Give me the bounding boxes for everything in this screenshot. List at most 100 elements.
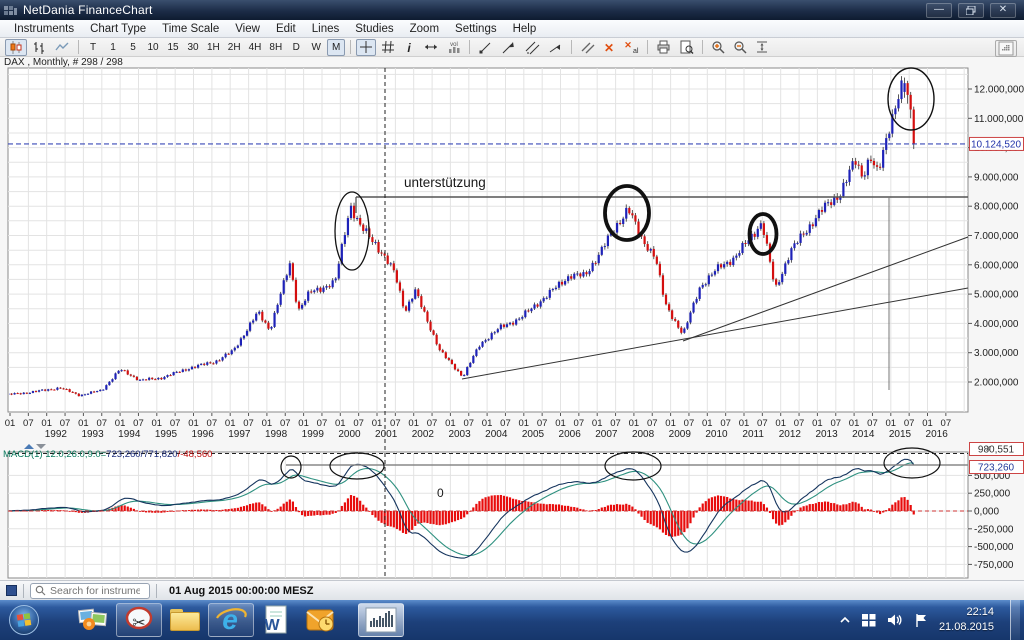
taskbar-explorer[interactable] — [170, 603, 200, 637]
svg-text:1997: 1997 — [228, 429, 251, 440]
window-titlebar[interactable]: NetDania FinanceChart — ✕ — [0, 0, 1024, 20]
line-chart-button[interactable] — [51, 39, 73, 56]
macd-label-hist: /-48,560 — [178, 449, 213, 460]
toolbar: T151015301H2H4H8HDWMivol✕✕all — [0, 38, 1024, 57]
svg-text:0: 0 — [437, 486, 444, 500]
action-center-flag-icon[interactable] — [914, 613, 929, 628]
crosshair-icon — [359, 40, 373, 54]
volume-button[interactable]: vol — [444, 39, 464, 56]
svg-text:1998: 1998 — [265, 429, 288, 440]
timeframe-week-button[interactable]: W — [307, 39, 325, 56]
svg-text:07: 07 — [170, 418, 181, 429]
taskbar-photo-gallery[interactable] — [78, 603, 108, 637]
trend-channel-icon — [524, 40, 540, 55]
close-study-button[interactable]: x — [986, 443, 991, 453]
trend-channel-button[interactable] — [521, 39, 543, 56]
ohlc-chart-icon — [32, 40, 46, 55]
zoom-out-button[interactable] — [730, 39, 750, 56]
ohlc-chart-button[interactable] — [29, 39, 49, 56]
trend-ray-icon — [548, 40, 563, 55]
menu-view[interactable]: View — [227, 20, 268, 37]
network-icon[interactable] — [861, 613, 877, 627]
delete-all-lines-button[interactable]: ✕all — [620, 39, 642, 56]
symbol-label: DAX , Monthly, # 298 / 298 — [4, 57, 123, 68]
crosshair-button[interactable] — [356, 39, 376, 56]
chart-layout-button[interactable] — [995, 40, 1017, 57]
folder-icon — [170, 609, 200, 631]
taskbar: ✂ e W — [0, 600, 1024, 640]
svg-text:3.000,000: 3.000,000 — [974, 348, 1019, 359]
print-preview-button[interactable] — [676, 39, 697, 56]
menu-lines[interactable]: Lines — [304, 20, 348, 37]
chart-region[interactable]: DAX , Monthly, # 298 / 298 12.000,00011.… — [0, 57, 1024, 580]
search-input[interactable] — [50, 585, 140, 597]
grid-button[interactable] — [378, 39, 398, 56]
svg-text:07: 07 — [720, 418, 731, 429]
svg-text:01: 01 — [78, 418, 89, 429]
menu-chart-type[interactable]: Chart Type — [82, 20, 154, 37]
trend-arrow-button[interactable] — [498, 39, 519, 56]
volume-icon: vol — [447, 40, 461, 54]
fit-vertical-icon — [755, 40, 769, 54]
taskbar-clock[interactable]: 22:14 21.08.2015 — [939, 605, 994, 635]
hidden-icons-button[interactable] — [839, 615, 851, 625]
delete-line-button[interactable]: ✕ — [600, 39, 618, 56]
timeframe-8h-button[interactable]: 8H — [266, 39, 285, 56]
timeframe-30-button[interactable]: 30 — [184, 39, 202, 56]
outlook-icon — [306, 606, 336, 634]
candlestick-chart-button[interactable] — [5, 39, 27, 56]
menu-help[interactable]: Help — [505, 20, 545, 37]
timeframe-10-button[interactable]: 10 — [144, 39, 162, 56]
taskbar-internet-explorer[interactable]: e — [208, 603, 254, 637]
menu-zoom[interactable]: Zoom — [402, 20, 447, 37]
taskbar-outlook[interactable] — [306, 603, 336, 637]
clock-date: 21.08.2015 — [939, 620, 994, 635]
timeframe-day-button[interactable]: D — [287, 39, 305, 56]
trend-ray-button[interactable] — [545, 39, 566, 56]
timeframe-15-button[interactable]: 15 — [164, 39, 182, 56]
trend-line-button[interactable] — [475, 39, 496, 56]
timeframe-tick-button[interactable]: T — [84, 39, 102, 56]
svg-text:11.000,000: 11.000,000 — [974, 114, 1024, 125]
zoom-in-button[interactable] — [708, 39, 728, 56]
svg-text:07: 07 — [867, 418, 878, 429]
taskbar-finance-chart[interactable] — [358, 603, 404, 637]
show-desktop-button[interactable] — [1010, 600, 1020, 640]
pan-button[interactable] — [420, 39, 442, 56]
timeframe-1-button[interactable]: 1 — [104, 39, 122, 56]
instrument-color-icon — [6, 585, 17, 596]
close-button[interactable]: ✕ — [990, 3, 1016, 18]
info-button[interactable]: i — [400, 39, 418, 56]
menu-time-scale[interactable]: Time Scale — [154, 20, 227, 37]
restore-button[interactable] — [958, 3, 984, 18]
svg-text:-750,000: -750,000 — [974, 560, 1014, 571]
chart-canvas[interactable]: 12.000,00011.000,00010.000,0009.000,0008… — [0, 57, 1024, 580]
timeframe-5-button[interactable]: 5 — [124, 39, 142, 56]
clock-time: 22:14 — [939, 605, 994, 620]
start-button[interactable] — [8, 603, 40, 637]
timeframe-1h-button[interactable]: 1H — [204, 39, 223, 56]
print-button[interactable] — [653, 39, 674, 56]
word-icon: W — [262, 605, 288, 635]
svg-text:01: 01 — [665, 418, 676, 429]
svg-text:01: 01 — [886, 418, 897, 429]
taskbar-snipping-tool[interactable]: ✂ — [116, 603, 162, 637]
menu-settings[interactable]: Settings — [447, 20, 505, 37]
volume-icon[interactable] — [887, 613, 904, 627]
taskbar-word[interactable]: W — [262, 603, 288, 637]
svg-text:12.000,000: 12.000,000 — [974, 85, 1024, 96]
main-plot[interactable] — [8, 68, 968, 412]
parallel-lines-button[interactable] — [577, 39, 598, 56]
fit-vertical-button[interactable] — [752, 39, 772, 56]
macd-plot[interactable] — [8, 452, 968, 578]
search-box[interactable] — [30, 583, 150, 599]
svg-text:01: 01 — [262, 418, 273, 429]
timeframe-4h-button[interactable]: 4H — [246, 39, 265, 56]
menu-studies[interactable]: Studies — [347, 20, 401, 37]
menu-instruments[interactable]: Instruments — [6, 20, 82, 37]
minimize-button[interactable]: — — [926, 3, 952, 18]
timeframe-month-button[interactable]: M — [327, 39, 345, 56]
svg-text:01: 01 — [592, 418, 603, 429]
menu-edit[interactable]: Edit — [268, 20, 304, 37]
timeframe-2h-button[interactable]: 2H — [225, 39, 244, 56]
